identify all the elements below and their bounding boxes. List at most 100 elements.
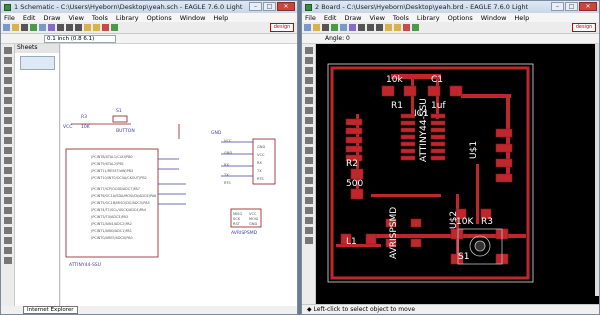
- stop-icon[interactable]: [403, 24, 410, 31]
- undo-icon[interactable]: [84, 24, 91, 31]
- cam-icon[interactable]: [30, 24, 37, 31]
- redo-icon[interactable]: [93, 24, 100, 31]
- menu-draw[interactable]: Draw: [344, 14, 361, 22]
- zoom-in-icon[interactable]: [367, 24, 374, 31]
- menu-file[interactable]: File: [305, 14, 316, 22]
- close-button[interactable]: ✕: [277, 2, 295, 11]
- delete-icon[interactable]: [304, 137, 313, 144]
- circle-icon[interactable]: [304, 197, 313, 204]
- display-icon[interactable]: [304, 67, 313, 74]
- mark-icon[interactable]: [3, 77, 12, 84]
- junction-icon[interactable]: [3, 237, 12, 244]
- smash-icon[interactable]: [3, 177, 12, 184]
- via-icon[interactable]: [304, 167, 313, 174]
- route-icon[interactable]: [304, 147, 313, 154]
- schematic-switch-icon[interactable]: [340, 24, 347, 31]
- ratsnest-icon[interactable]: [304, 237, 313, 244]
- board-switch-icon[interactable]: [39, 24, 46, 31]
- close-button[interactable]: ✕: [579, 2, 597, 11]
- copy-icon[interactable]: [3, 97, 12, 104]
- rotate-icon[interactable]: [3, 117, 12, 124]
- copy-icon[interactable]: [304, 97, 313, 104]
- print-icon[interactable]: [21, 24, 28, 31]
- redo-icon[interactable]: [394, 24, 401, 31]
- menu-tools[interactable]: Tools: [393, 14, 409, 22]
- zoom-out-icon[interactable]: [75, 24, 82, 31]
- menu-file[interactable]: File: [4, 14, 15, 22]
- circle-icon[interactable]: [3, 207, 12, 214]
- undo-icon[interactable]: [385, 24, 392, 31]
- drc-icon[interactable]: [304, 217, 313, 224]
- zoom-fit-icon[interactable]: [57, 24, 64, 31]
- menu-library[interactable]: Library: [116, 14, 139, 22]
- schematic-titlebar[interactable]: 1 Schematic - C:\Users\Hyeborn\Desktop\y…: [1, 1, 297, 13]
- bus-icon[interactable]: [3, 227, 12, 234]
- save-icon[interactable]: [12, 24, 19, 31]
- maximize-button[interactable]: □: [263, 2, 276, 11]
- go-icon[interactable]: [412, 24, 419, 31]
- open-icon[interactable]: [304, 24, 311, 31]
- label-icon[interactable]: [3, 247, 12, 254]
- menu-window[interactable]: Window: [481, 14, 507, 22]
- print-icon[interactable]: [322, 24, 329, 31]
- menu-help[interactable]: Help: [213, 14, 228, 22]
- polygon-icon[interactable]: [304, 177, 313, 184]
- menu-view[interactable]: View: [68, 14, 83, 22]
- cam-icon[interactable]: [331, 24, 338, 31]
- net-icon[interactable]: [3, 217, 12, 224]
- menu-edit[interactable]: Edit: [23, 14, 36, 22]
- group-icon[interactable]: [3, 127, 12, 134]
- menu-tools[interactable]: Tools: [92, 14, 108, 22]
- menu-draw[interactable]: Draw: [43, 14, 60, 22]
- sheet-thumbnail[interactable]: [19, 56, 55, 70]
- rotate-icon[interactable]: [304, 117, 313, 124]
- show-icon[interactable]: [304, 57, 313, 64]
- text-icon[interactable]: [304, 187, 313, 194]
- board-canvas[interactable]: 10k R1 C1 1uf IC1 R2 500 10K R3 S1 L1 AT…: [316, 44, 599, 306]
- design-link-logo[interactable]: design: [572, 23, 596, 32]
- go-icon[interactable]: [111, 24, 118, 31]
- zoom-out-icon[interactable]: [376, 24, 383, 31]
- angle-field[interactable]: Angle: 0: [325, 35, 350, 42]
- menu-options[interactable]: Options: [448, 14, 473, 22]
- mark-icon[interactable]: [304, 77, 313, 84]
- minimize-button[interactable]: –: [551, 2, 564, 11]
- display-icon[interactable]: [3, 67, 12, 74]
- wire-icon[interactable]: [3, 187, 12, 194]
- errors-icon[interactable]: [304, 227, 313, 234]
- delete-icon[interactable]: [3, 137, 12, 144]
- mirror-icon[interactable]: [3, 107, 12, 114]
- menu-help[interactable]: Help: [514, 14, 529, 22]
- mirror-icon[interactable]: [304, 107, 313, 114]
- show-icon[interactable]: [3, 57, 12, 64]
- open-icon[interactable]: [3, 24, 10, 31]
- zoom-fit-icon[interactable]: [358, 24, 365, 31]
- name-icon[interactable]: [3, 157, 12, 164]
- info-icon[interactable]: [304, 47, 313, 54]
- group-icon[interactable]: [304, 127, 313, 134]
- ripup-icon[interactable]: [304, 157, 313, 164]
- schematic-canvas[interactable]: VCC R3 10K S1 BUTTON ATTINY44-SSU AVRISP…: [61, 44, 297, 306]
- menu-library[interactable]: Library: [417, 14, 440, 22]
- maximize-button[interactable]: □: [565, 2, 578, 11]
- move-icon[interactable]: [3, 87, 12, 94]
- erc-icon[interactable]: [3, 257, 12, 264]
- move-icon[interactable]: [304, 87, 313, 94]
- script-icon[interactable]: [48, 24, 55, 31]
- menu-view[interactable]: View: [369, 14, 384, 22]
- menu-options[interactable]: Options: [147, 14, 172, 22]
- add-icon[interactable]: [3, 147, 12, 154]
- info-icon[interactable]: [3, 47, 12, 54]
- hole-icon[interactable]: [304, 207, 313, 214]
- board-titlebar[interactable]: 2 Board - C:\Users\Hyeborn\Desktop\yeah.…: [302, 1, 599, 13]
- stop-icon[interactable]: [102, 24, 109, 31]
- value-icon[interactable]: [3, 167, 12, 174]
- design-link-logo[interactable]: design: [270, 23, 294, 32]
- script-icon[interactable]: [349, 24, 356, 31]
- minimize-button[interactable]: –: [249, 2, 262, 11]
- vertical-scrollbar[interactable]: [595, 44, 599, 296]
- zoom-in-icon[interactable]: [66, 24, 73, 31]
- menu-edit[interactable]: Edit: [324, 14, 337, 22]
- text-icon[interactable]: [3, 197, 12, 204]
- save-icon[interactable]: [313, 24, 320, 31]
